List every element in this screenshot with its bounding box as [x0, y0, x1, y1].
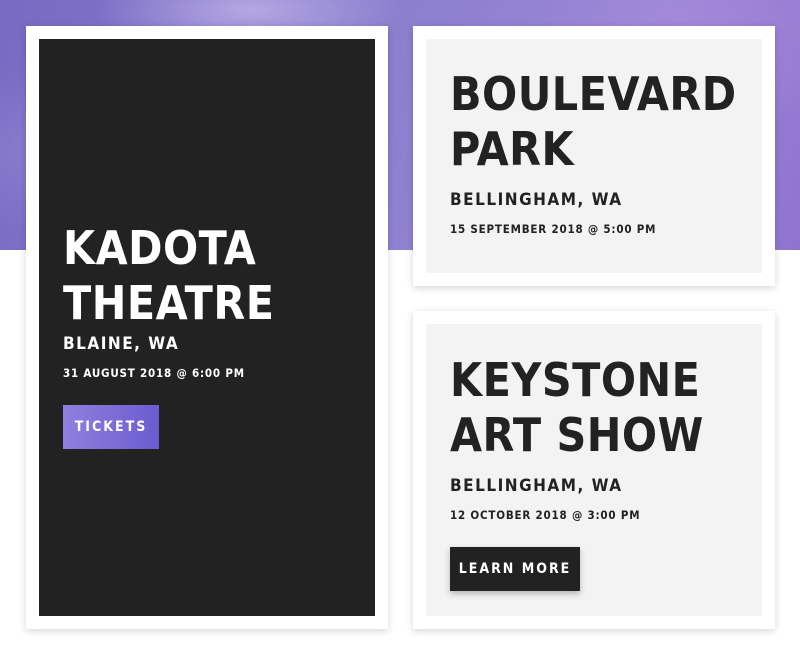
- event-city: BELLINGHAM, WA: [450, 190, 623, 210]
- event-date: 15 SEPTEMBER 2018 @ 5:00 PM: [450, 222, 657, 236]
- event-title-line: PARK: [450, 122, 575, 176]
- event-city: BLAINE, WA: [63, 334, 180, 354]
- event-card-panel: BOULEVARD PARK BELLINGHAM, WA 15 SEPTEMB…: [426, 39, 762, 273]
- event-title-line: KADOTA: [63, 221, 257, 275]
- event-title: BOULEVARD PARK: [450, 67, 737, 177]
- learn-more-button[interactable]: LEARN MORE: [450, 547, 580, 591]
- event-date: 31 AUGUST 2018 @ 6:00 PM: [63, 366, 245, 380]
- event-title: KADOTA THEATRE: [63, 221, 275, 331]
- event-city: BELLINGHAM, WA: [450, 476, 623, 496]
- event-title-line: THEATRE: [63, 276, 275, 330]
- event-card-kadota-theatre: KADOTA THEATRE BLAINE, WA 31 AUGUST 2018…: [26, 26, 388, 629]
- event-card-panel: KADOTA THEATRE BLAINE, WA 31 AUGUST 2018…: [39, 39, 375, 616]
- event-card-keystone-art-show: KEYSTONE ART SHOW BELLINGHAM, WA 12 OCTO…: [413, 311, 775, 629]
- event-title-line: KEYSTONE: [450, 353, 701, 407]
- event-card-boulevard-park: BOULEVARD PARK BELLINGHAM, WA 15 SEPTEMB…: [413, 26, 775, 286]
- event-title-line: ART SHOW: [450, 408, 704, 462]
- event-card-panel: KEYSTONE ART SHOW BELLINGHAM, WA 12 OCTO…: [426, 324, 762, 616]
- event-title: KEYSTONE ART SHOW: [450, 353, 704, 463]
- tickets-button[interactable]: TICKETS: [63, 405, 159, 449]
- event-title-line: BOULEVARD: [450, 67, 737, 121]
- event-date: 12 OCTOBER 2018 @ 3:00 PM: [450, 508, 641, 522]
